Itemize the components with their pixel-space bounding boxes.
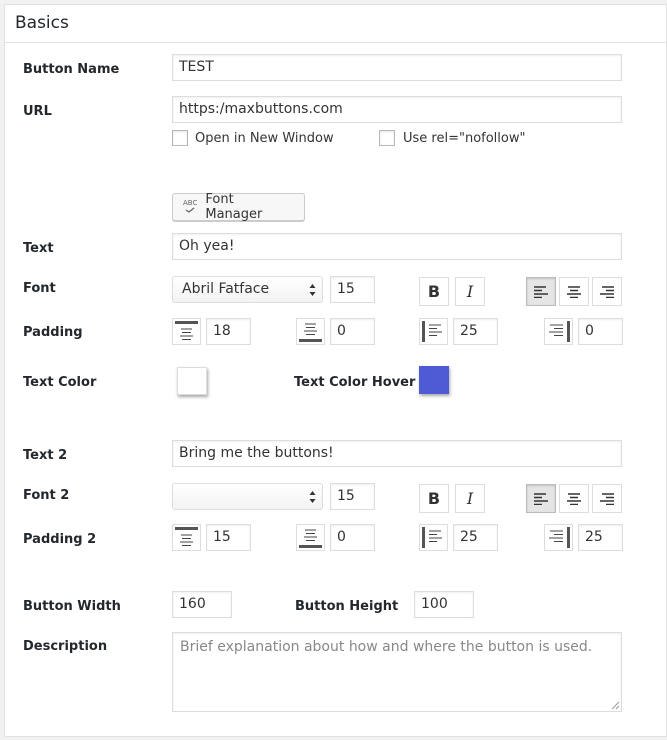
select-arrows-icon	[309, 284, 316, 296]
padding2-right-icon	[544, 524, 573, 551]
description-textarea[interactable]: Brief explanation about how and where th…	[172, 632, 622, 712]
padding-left-input[interactable]: 25	[453, 318, 498, 345]
button-height-input[interactable]: 100	[414, 591, 474, 618]
url-input[interactable]: https:/maxbuttons.com	[172, 96, 622, 123]
align-right-button[interactable]	[592, 277, 622, 306]
align-left-button[interactable]	[526, 277, 556, 306]
font-family-select[interactable]: Abril Fatface	[172, 276, 323, 303]
padding-bottom-input[interactable]: 0	[330, 318, 375, 345]
align-center-icon	[567, 285, 581, 298]
align-center-button[interactable]	[559, 277, 589, 306]
button-width-input[interactable]: 160	[172, 591, 232, 618]
padding-top-input[interactable]: 18	[206, 318, 251, 345]
italic-icon: I	[466, 282, 474, 301]
padding2-right-input[interactable]: 25	[578, 524, 623, 551]
align-right-icon	[600, 285, 614, 298]
align-right-icon	[600, 492, 614, 505]
resize-grip-icon[interactable]	[611, 701, 620, 710]
font-label: Font	[23, 281, 56, 296]
align2-left-button[interactable]	[526, 484, 556, 513]
basics-panel: Basics Button Name TEST URL https:/maxbu…	[4, 4, 667, 737]
font2-size-input[interactable]: 15	[330, 483, 375, 510]
text2-label: Text 2	[23, 448, 68, 463]
padding-label: Padding	[23, 325, 83, 340]
url-label: URL	[23, 104, 52, 119]
bold-button[interactable]: B	[419, 277, 449, 306]
padding-right-icon	[544, 318, 573, 345]
padding-left-icon	[419, 318, 448, 345]
font-manager-icon: ABC	[183, 199, 197, 215]
padding2-top-icon	[172, 524, 201, 551]
description-label: Description	[23, 639, 108, 654]
text2-input[interactable]: Bring me the buttons!	[172, 440, 622, 467]
font-size-input[interactable]: 15	[330, 276, 375, 303]
select-arrows-icon	[309, 491, 316, 503]
italic2-button[interactable]: I	[455, 484, 485, 513]
padding2-left-input[interactable]: 25	[453, 524, 498, 551]
align2-center-button[interactable]	[559, 484, 589, 513]
text-color-swatch[interactable]	[177, 367, 207, 395]
panel-title: Basics	[15, 13, 69, 33]
align2-right-button[interactable]	[592, 484, 622, 513]
align-center-icon	[567, 492, 581, 505]
bold2-button[interactable]: B	[419, 484, 449, 513]
font-manager-button[interactable]: ABC Font Manager	[172, 192, 305, 222]
padding-right-input[interactable]: 0	[578, 318, 623, 345]
bold-icon: B	[427, 282, 441, 301]
text-label: Text	[23, 241, 54, 256]
italic-button[interactable]: I	[455, 277, 485, 306]
padding-top-icon	[172, 318, 201, 345]
padding2-top-input[interactable]: 15	[206, 524, 251, 551]
padding-bottom-icon	[296, 318, 325, 345]
text-color-hover-swatch[interactable]	[419, 366, 449, 394]
button-name-input[interactable]: TEST	[172, 54, 622, 81]
padding2-label: Padding 2	[23, 532, 97, 547]
nofollow-checkbox[interactable]	[379, 130, 395, 146]
new-window-checkbox[interactable]	[172, 130, 188, 146]
button-height-label: Button Height	[295, 599, 399, 614]
font2-label: Font 2	[23, 488, 70, 503]
text-color-label: Text Color	[23, 375, 97, 390]
align-left-icon	[534, 285, 548, 298]
font-manager-label: Font Manager	[205, 192, 263, 222]
button-name-label: Button Name	[23, 62, 120, 77]
new-window-label: Open in New Window	[195, 131, 334, 146]
align-left-icon	[534, 492, 548, 505]
padding2-bottom-input[interactable]: 0	[330, 524, 375, 551]
font-family-value: Abril Fatface	[182, 281, 270, 297]
padding2-left-icon	[419, 524, 448, 551]
bold-icon: B	[427, 489, 441, 508]
italic-icon: I	[466, 489, 474, 508]
panel-header: Basics	[5, 5, 666, 43]
text-color-hover-label: Text Color Hover	[294, 375, 416, 390]
padding2-bottom-icon	[296, 524, 325, 551]
font2-family-select[interactable]	[172, 483, 323, 510]
button-width-label: Button Width	[23, 599, 121, 614]
description-placeholder: Brief explanation about how and where th…	[180, 639, 593, 655]
nofollow-label: Use rel="nofollow"	[403, 131, 526, 146]
text-input[interactable]: Oh yea!	[172, 233, 622, 260]
